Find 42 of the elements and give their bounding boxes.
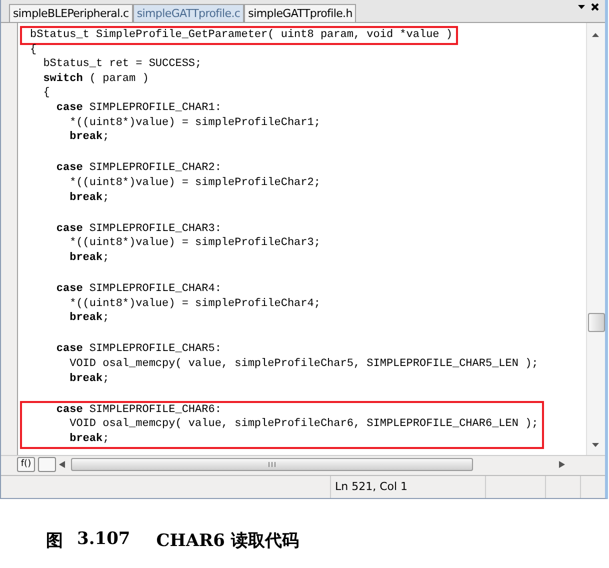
code-line: *((uint8*)value) = simpleProfileChar2; xyxy=(68,176,320,191)
function-button[interactable]: f() xyxy=(17,456,35,472)
file-tab[interactable]: simpleBLEPeripheral.c xyxy=(9,4,133,22)
vertical-scrollbar[interactable] xyxy=(586,23,605,455)
dropdown-icon[interactable] xyxy=(578,5,585,9)
code-line: break; xyxy=(68,311,110,326)
file-tab[interactable]: simpleGATTprofile.c xyxy=(132,4,244,22)
code-line: case SIMPLEPROFILE_CHAR1: xyxy=(55,100,222,116)
code-line: *((uint8*)value) = simpleProfileChar1; xyxy=(68,116,320,130)
figure-title: CHAR6 读取代码 xyxy=(156,530,299,552)
code-line: { xyxy=(29,42,38,58)
code-line: { xyxy=(42,86,51,101)
figure-number: 3.107 xyxy=(77,529,130,551)
up-arrow-icon[interactable] xyxy=(592,33,599,37)
down-arrow-icon[interactable] xyxy=(592,443,599,447)
code-line: switch ( param ) xyxy=(42,72,150,86)
cursor-position: Ln 521, Col 1 xyxy=(330,476,485,498)
horizontal-scroll-thumb[interactable] xyxy=(71,458,473,470)
code-line: case SIMPLEPROFILE_CHAR3: xyxy=(55,222,222,236)
code-line: VOID osal_memcpy( value, simpleProfileChar5, SIMPLEPROFILE_CHAR5_LEN ); xyxy=(68,357,538,372)
code-line: bStatus_t SimpleProfile_GetParameter( uint8 param, void *value ) xyxy=(29,28,452,43)
code-line: case SIMPLEPROFILE_CHAR2: xyxy=(55,161,222,176)
code-line: *((uint8*)value) = simpleProfileChar3; xyxy=(68,236,320,251)
left-arrow-icon[interactable] xyxy=(59,460,65,468)
file-tab[interactable]: simpleGATTprofile.h xyxy=(244,4,356,22)
right-arrow-icon[interactable] xyxy=(559,460,565,468)
code-line: break; xyxy=(68,190,110,206)
code-line: case SIMPLEPROFILE_CHAR6: xyxy=(55,402,222,418)
code-line: case SIMPLEPROFILE_CHAR4: xyxy=(55,282,222,297)
code-line: break; xyxy=(68,250,110,266)
code-line: VOID osal_memcpy( value, simpleProfileChar6, SIMPLEPROFILE_CHAR6_LEN ); xyxy=(68,417,538,432)
code-line: break; xyxy=(68,130,110,145)
toggle-button[interactable] xyxy=(38,456,56,472)
figure-label: 图 xyxy=(46,530,63,552)
code-editor[interactable] xyxy=(18,23,586,455)
close-icon[interactable] xyxy=(591,3,599,11)
code-line: bStatus_t ret = SUCCESS; xyxy=(42,57,203,72)
code-line: case SIMPLEPROFILE_CHAR5: xyxy=(55,342,222,358)
code-line: *((uint8*)value) = simpleProfileChar4; xyxy=(68,296,320,312)
scroll-thumb[interactable] xyxy=(588,313,605,332)
code-line: break; xyxy=(68,372,110,386)
code-line: break; xyxy=(68,432,110,447)
